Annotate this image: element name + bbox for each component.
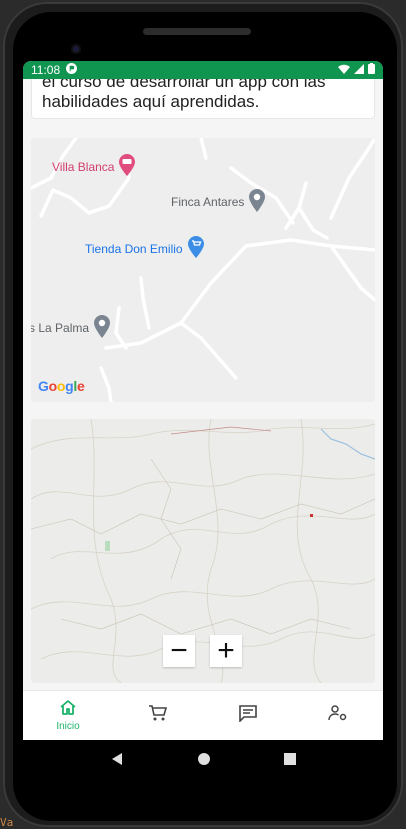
location-pin-icon	[93, 314, 111, 341]
status-time: 11:08	[31, 63, 61, 77]
nav-item-inicio[interactable]: Inicio	[23, 691, 113, 740]
system-navigation-bar	[23, 740, 383, 782]
location-pin-icon	[248, 188, 266, 215]
bottom-navigation: Inicio	[23, 690, 383, 740]
place-tienda-don-emilio[interactable]: Tienda Don Emilio	[85, 236, 205, 261]
zoom-out-button[interactable]: −	[163, 635, 195, 667]
nav-item-messages[interactable]	[203, 691, 293, 740]
signal-icon	[354, 63, 364, 77]
place-villa-blanca[interactable]: Villa Blanca	[52, 154, 136, 179]
app-screen: 11:08 el curso de desarrollar un app con…	[23, 61, 383, 740]
nav-label: Inicio	[56, 721, 80, 732]
terrain-map[interactable]: − +	[31, 419, 375, 683]
recents-button[interactable]	[284, 752, 297, 770]
home-button[interactable]	[197, 752, 211, 771]
description-line: el curso de desarrollar un app con las	[42, 79, 326, 91]
shopping-pin-icon	[187, 236, 205, 261]
place-name: Villa Blanca	[52, 159, 115, 174]
description-line: habilidades aquí aprendidas.	[42, 92, 260, 111]
speaker-grille	[143, 28, 251, 35]
wifi-icon	[338, 63, 350, 77]
place-name: s La Palma	[31, 320, 90, 335]
place-finca-antares[interactable]: Finca Antares	[171, 188, 266, 215]
place-name: Finca Antares	[171, 194, 245, 209]
app-notification-icon	[66, 63, 78, 77]
front-camera	[71, 44, 81, 54]
description-card: el curso de desarrollar un app con las h…	[31, 79, 375, 119]
place-name: Tienda Don Emilio	[85, 241, 183, 256]
nav-item-profile-settings[interactable]	[293, 691, 383, 740]
place-la-palma[interactable]: s La Palma	[31, 314, 111, 341]
user-settings-icon	[328, 704, 348, 727]
scroll-content[interactable]: el curso de desarrollar un app con las h…	[23, 79, 383, 690]
battery-icon	[368, 63, 375, 77]
terrain-features	[31, 419, 375, 683]
hotel-pin-icon	[118, 154, 136, 179]
google-logo: Google	[38, 378, 85, 394]
chat-icon	[238, 704, 258, 727]
back-button[interactable]	[110, 752, 124, 771]
status-bar: 11:08	[23, 61, 383, 79]
background-editor-text: Va	[0, 816, 14, 829]
home-icon	[59, 699, 77, 720]
google-map[interactable]: Villa Blanca Finca Antares Tienda Don Em…	[31, 138, 375, 402]
nav-item-cart[interactable]	[113, 691, 203, 740]
zoom-in-button[interactable]: +	[210, 635, 242, 667]
cart-icon	[148, 704, 168, 727]
